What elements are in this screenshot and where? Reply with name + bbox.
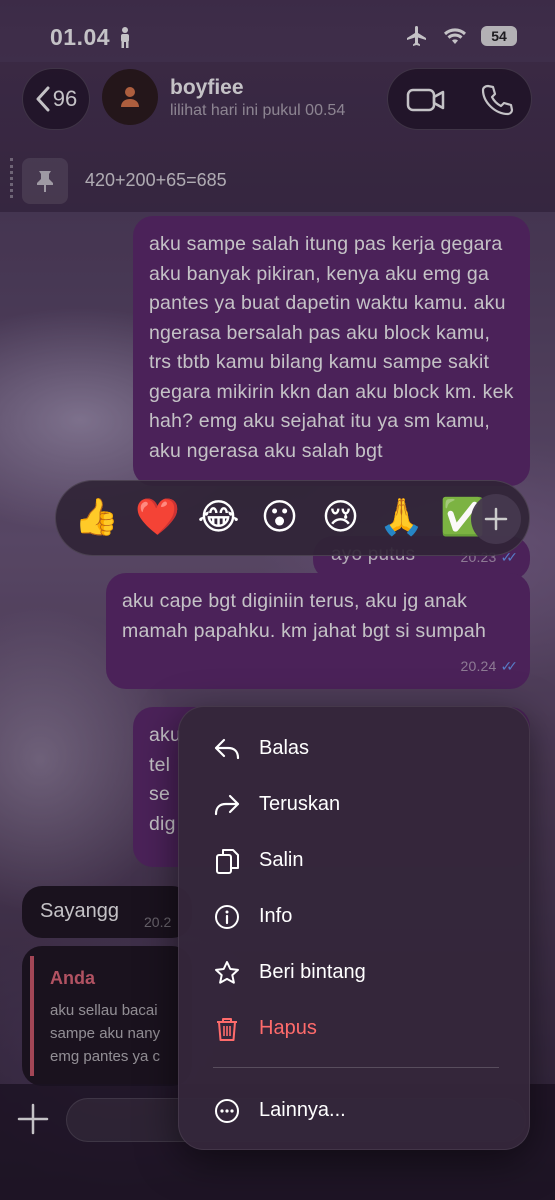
copy-icon <box>216 849 239 874</box>
menu-item-info[interactable]: Info <box>179 889 531 945</box>
reaction-laugh[interactable]: 😂 <box>188 488 249 548</box>
reply-icon <box>214 738 240 760</box>
trash-icon <box>217 1018 237 1041</box>
more-reactions-button[interactable] <box>471 494 521 544</box>
message-context-menu: Balas Teruskan Salin Info Beri bintang H… <box>178 706 530 1150</box>
reaction-pray[interactable]: 🙏 <box>371 488 432 548</box>
menu-item-delete[interactable]: Hapus <box>179 1001 531 1057</box>
menu-label: Lainnya... <box>259 1099 346 1121</box>
plus-icon <box>484 507 508 531</box>
reaction-surprised[interactable]: 😮 <box>249 488 310 548</box>
menu-item-reply[interactable]: Balas <box>179 721 531 777</box>
menu-item-star[interactable]: Beri bintang <box>179 945 531 1001</box>
forward-icon <box>214 794 240 816</box>
menu-item-copy[interactable]: Salin <box>179 833 531 889</box>
menu-label: Hapus <box>259 1017 317 1039</box>
menu-label: Teruskan <box>259 793 341 815</box>
reaction-thumbs-up[interactable]: 👍 <box>66 488 127 548</box>
menu-label: Beri bintang <box>259 961 366 983</box>
star-icon <box>215 961 239 984</box>
more-options-icon <box>215 1099 239 1123</box>
menu-divider <box>213 1067 499 1068</box>
menu-label: Salin <box>259 849 304 871</box>
menu-item-more[interactable]: Lainnya... <box>179 1083 531 1139</box>
reaction-picker: 👍 ❤️ 😂 😮 😢 🙏 ✅ <box>55 480 530 556</box>
menu-item-forward[interactable]: Teruskan <box>179 777 531 833</box>
reaction-sad[interactable]: 😢 <box>310 488 371 548</box>
menu-label: Info <box>259 905 293 927</box>
menu-label: Balas <box>259 737 310 759</box>
reaction-heart[interactable]: ❤️ <box>127 488 188 548</box>
info-icon <box>215 905 239 929</box>
